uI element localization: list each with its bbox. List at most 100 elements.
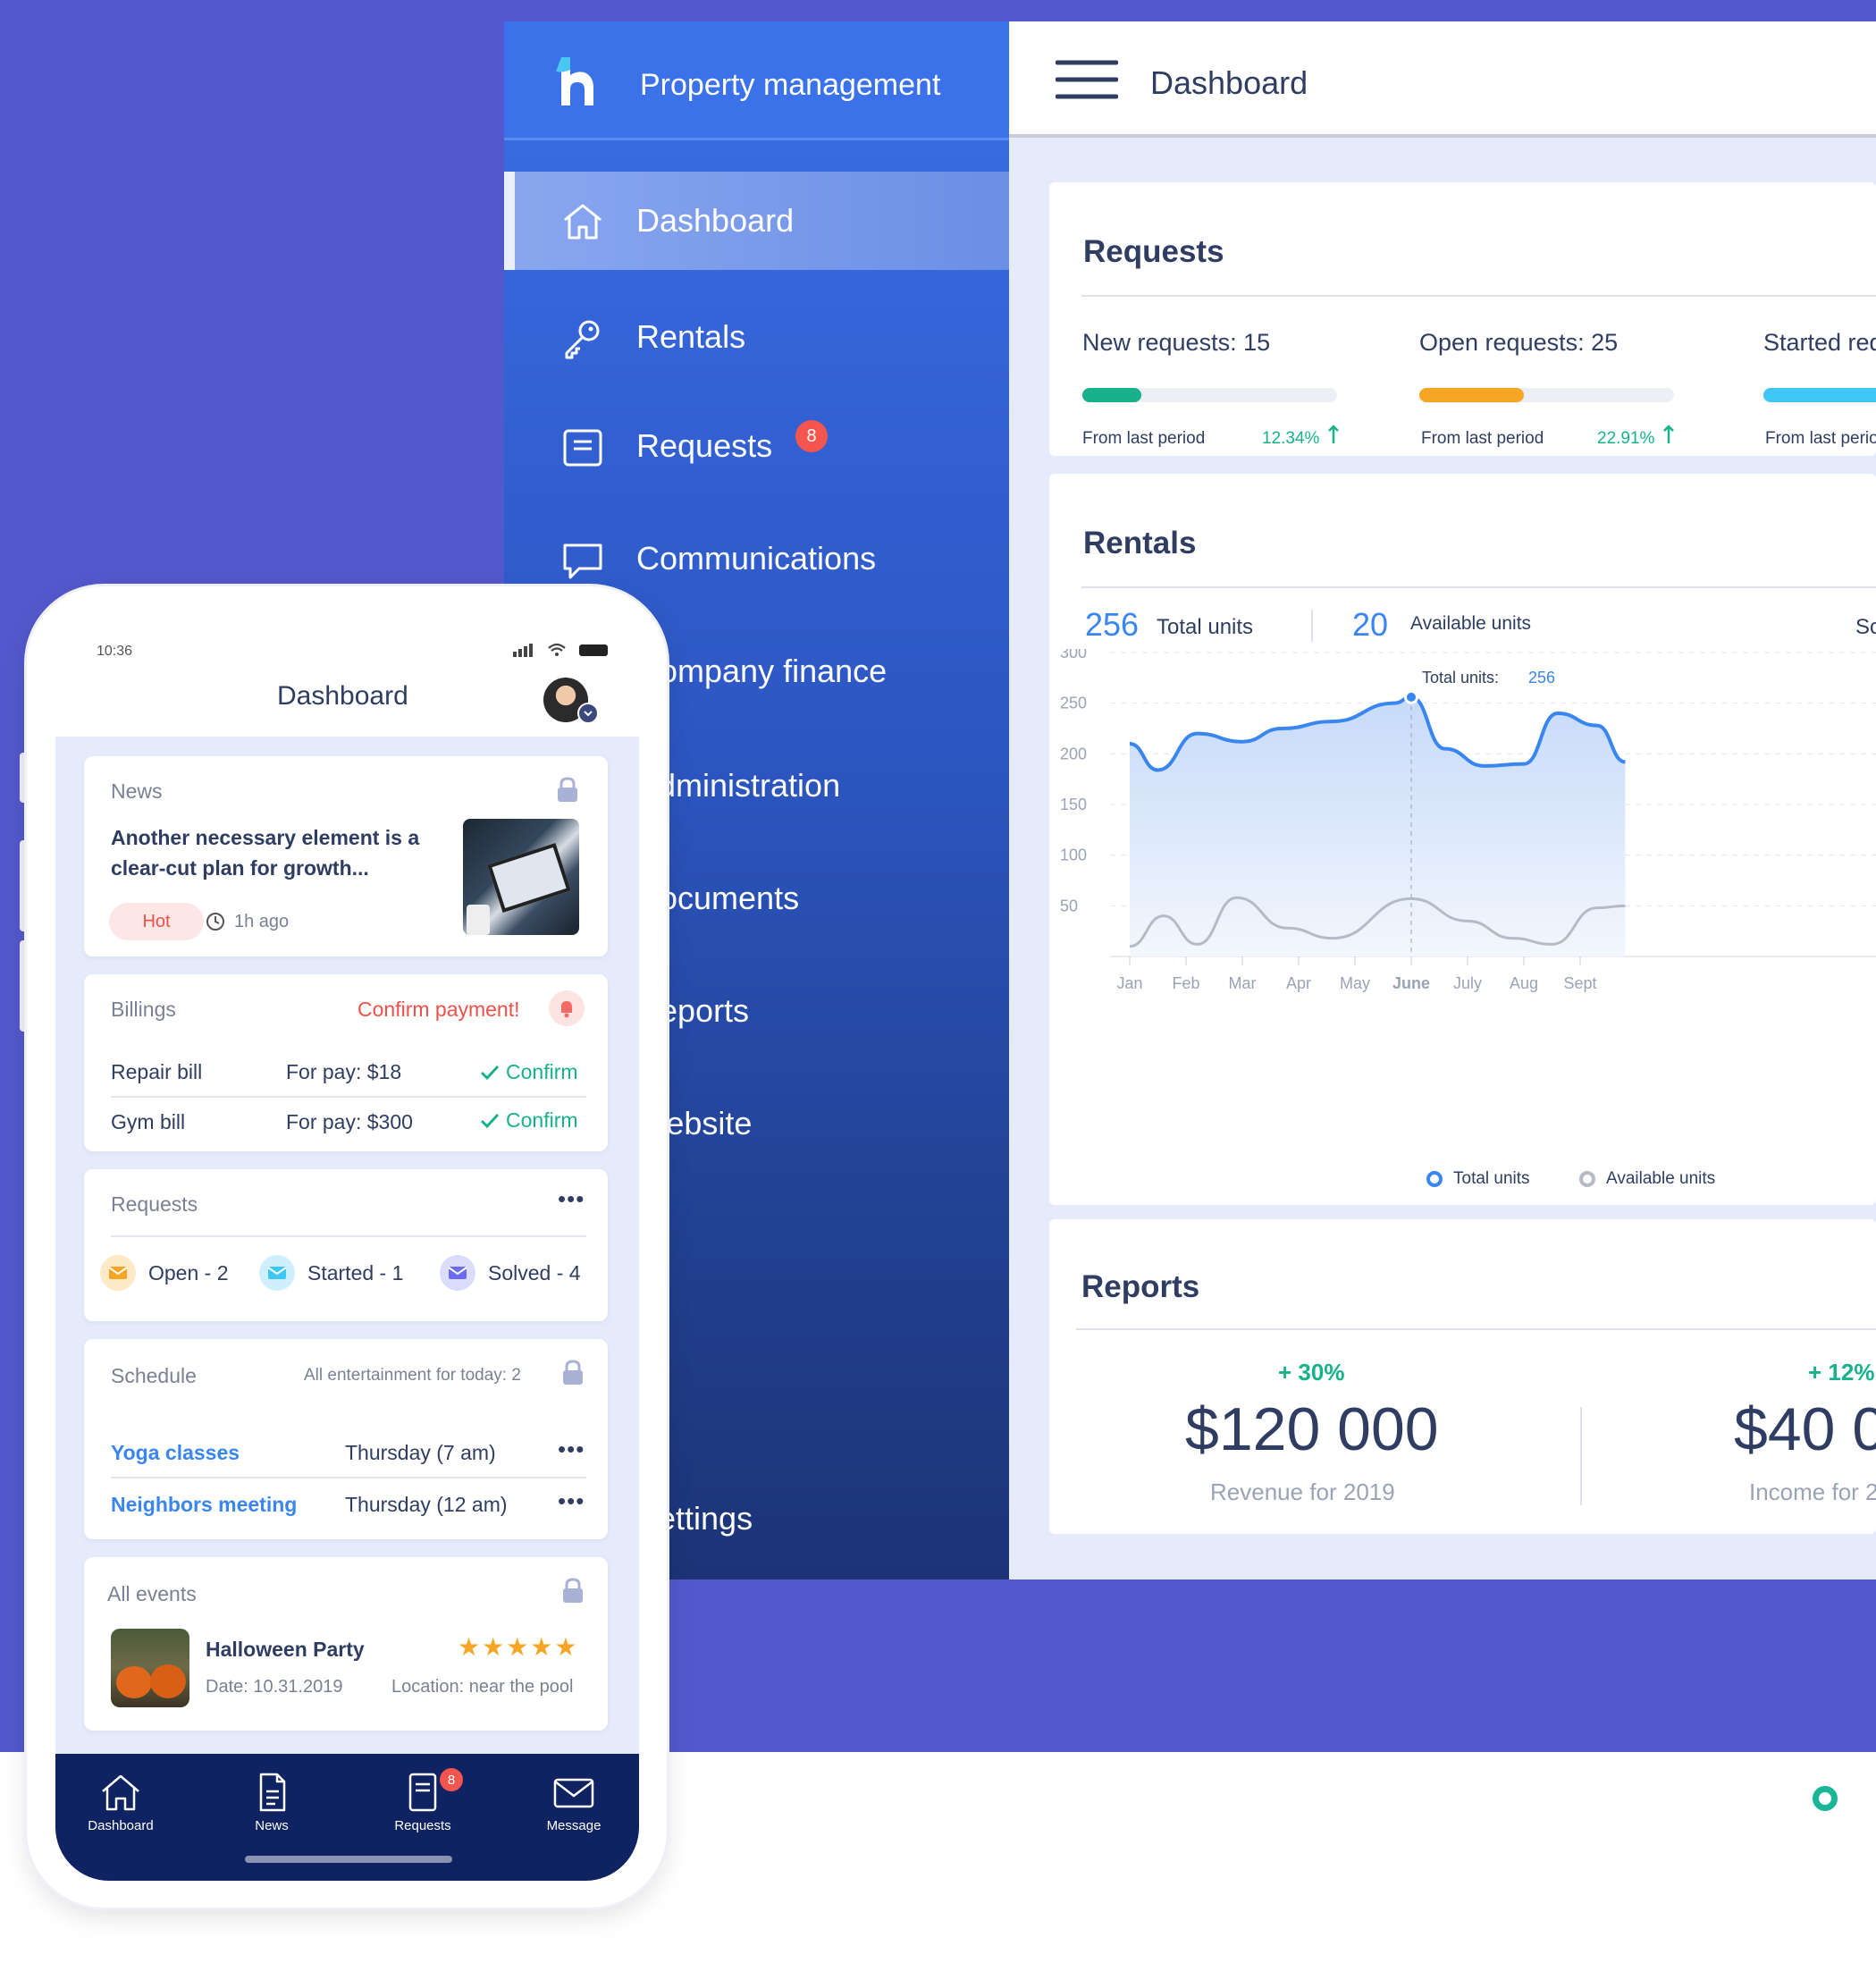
divider xyxy=(1081,586,1876,588)
requests-badge: 8 xyxy=(795,420,828,452)
sidebar-item-label: Company finance xyxy=(636,653,888,689)
legend-available: Available units xyxy=(1579,1169,1715,1189)
schedule-header: Schedule xyxy=(111,1364,197,1387)
legend-dot xyxy=(1579,1171,1595,1187)
divider xyxy=(111,1096,586,1098)
open-requests-progress xyxy=(1419,388,1674,402)
legend-label: Total units xyxy=(1453,1169,1530,1188)
solved-status[interactable]: Solved - 4 xyxy=(440,1255,581,1291)
page-title: Dashboard xyxy=(1150,64,1308,101)
total-units-value: 256 xyxy=(1085,606,1140,643)
envelope-icon xyxy=(259,1255,295,1291)
confirm-label: Confirm xyxy=(506,1108,578,1132)
requests-title: Requests xyxy=(1083,234,1224,269)
pumpkin-image xyxy=(150,1664,186,1698)
yoga-classes-link[interactable]: Yoga classes xyxy=(111,1441,240,1465)
mobile-page-title: Dashboard xyxy=(277,681,408,711)
envelope-icon xyxy=(100,1255,136,1291)
news-time: 1h ago xyxy=(234,912,290,931)
started-status[interactable]: Started - 1 xyxy=(259,1255,403,1291)
sidebar-item-label: Requests xyxy=(636,427,773,464)
divider xyxy=(1076,1328,1876,1330)
legend-dot xyxy=(1426,1171,1443,1187)
check-icon xyxy=(480,1065,500,1080)
solved-label: Solved - 4 xyxy=(488,1260,581,1285)
tab-label: Requests xyxy=(394,1818,451,1833)
cup-image xyxy=(467,905,490,935)
tablet-image xyxy=(487,843,571,913)
main-content: Dashboard Requests New requests: 15 From… xyxy=(1009,21,1876,1579)
tooltip-value: 256 xyxy=(1528,669,1555,687)
repair-bill-amount: For pay: $18 xyxy=(286,1060,402,1083)
revenue-pct: + 30% xyxy=(1278,1359,1345,1386)
started-requests-progress xyxy=(1763,388,1876,402)
requests-icon xyxy=(408,1773,437,1812)
arrow-up-icon xyxy=(1663,425,1674,443)
total-units-label: Total units xyxy=(1157,615,1254,639)
more-icon[interactable]: ••• xyxy=(558,1185,585,1213)
requests-badge: 8 xyxy=(440,1768,463,1791)
tab-requests[interactable]: Requests 8 xyxy=(365,1768,481,1833)
confirm-button[interactable]: Confirm xyxy=(479,1060,578,1084)
tab-message[interactable]: Message xyxy=(516,1772,632,1833)
total-units-area xyxy=(1130,696,1626,956)
sidebar-item-dashboard[interactable]: Dashboard xyxy=(504,172,1009,270)
status-icons xyxy=(513,643,608,657)
home-indicator xyxy=(245,1856,452,1863)
progress-fill xyxy=(1763,388,1876,402)
sidebar-item-requests[interactable]: Requests 8 xyxy=(504,397,1009,495)
divider xyxy=(1311,610,1313,642)
sidebar-item-label: Rentals xyxy=(636,318,746,355)
check-icon xyxy=(480,1113,500,1128)
income-pct: + 12% xyxy=(1808,1359,1875,1386)
open-requests-pct: 22.91% xyxy=(1597,429,1655,448)
y-tick-label: 50 xyxy=(1060,897,1078,914)
news-headline[interactable]: Another necessary element is a clear-cut… xyxy=(111,822,433,883)
home-icon xyxy=(564,204,601,240)
lock-icon xyxy=(563,1360,583,1385)
new-requests-label: New requests: 15 xyxy=(1082,329,1271,356)
brand-bar: Property management xyxy=(504,21,1009,138)
bottom-tab-bar: Dashboard News Requests 8 Message xyxy=(55,1754,639,1881)
open-requests-label: Open requests: 25 xyxy=(1419,329,1619,356)
hamburger-menu-icon[interactable] xyxy=(1056,57,1118,102)
meeting-time: Thursday (12 am) xyxy=(345,1493,508,1516)
news-thumbnail xyxy=(463,819,579,935)
schedule-summary: All entertainment for today: 2 xyxy=(304,1366,521,1385)
reports-card: Reports + 30% $120 000 Revenue for 2019 … xyxy=(1049,1219,1876,1534)
confirm-button[interactable]: Confirm xyxy=(479,1108,578,1133)
tab-label: Message xyxy=(546,1818,601,1833)
mobile-requests-card[interactable]: Requests ••• Open - 2 Started - 1 Solved… xyxy=(84,1169,608,1321)
neighbors-meeting-link[interactable]: Neighbors meeting xyxy=(111,1493,297,1517)
tooltip-label: Total units: xyxy=(1422,669,1499,687)
y-tick-label: 100 xyxy=(1060,847,1087,864)
event-thumbnail xyxy=(111,1629,189,1707)
divider xyxy=(504,138,1009,140)
x-tick-label: Jan xyxy=(1116,974,1142,992)
document-icon xyxy=(563,429,602,467)
top-header: Dashboard xyxy=(1009,21,1876,138)
events-header: All events xyxy=(107,1582,197,1605)
sidebar-item-rentals[interactable]: Rentals xyxy=(504,288,1009,386)
chevron-down-icon[interactable] xyxy=(577,703,599,724)
tab-dashboard[interactable]: Dashboard xyxy=(63,1772,179,1833)
divider xyxy=(111,1477,586,1478)
status-time: 10:36 xyxy=(97,644,133,659)
event-title: Halloween Party xyxy=(206,1638,365,1661)
tab-label: Dashboard xyxy=(88,1818,154,1833)
billings-header: Billings xyxy=(111,998,176,1021)
new-requests-progress xyxy=(1082,388,1337,402)
schedule-card: Schedule All entertainment for today: 2 … xyxy=(84,1339,608,1539)
more-icon[interactable]: ••• xyxy=(558,1436,585,1463)
highlight-point xyxy=(1407,692,1416,702)
events-card[interactable]: All events Halloween Party ★★★★★ Date: 1… xyxy=(84,1557,608,1731)
open-status[interactable]: Open - 2 xyxy=(100,1255,229,1291)
started-label: Started - 1 xyxy=(307,1260,404,1285)
available-units-label: Available units xyxy=(1410,613,1532,634)
tab-news[interactable]: News xyxy=(214,1772,330,1833)
billings-card: Billings Confirm payment! Repair bill Fo… xyxy=(84,974,608,1151)
y-tick-label: 300 xyxy=(1060,649,1087,661)
more-icon[interactable]: ••• xyxy=(558,1487,585,1515)
started-requests-label: Started requests xyxy=(1763,329,1876,356)
news-card[interactable]: News Another necessary element is a clea… xyxy=(84,756,608,956)
